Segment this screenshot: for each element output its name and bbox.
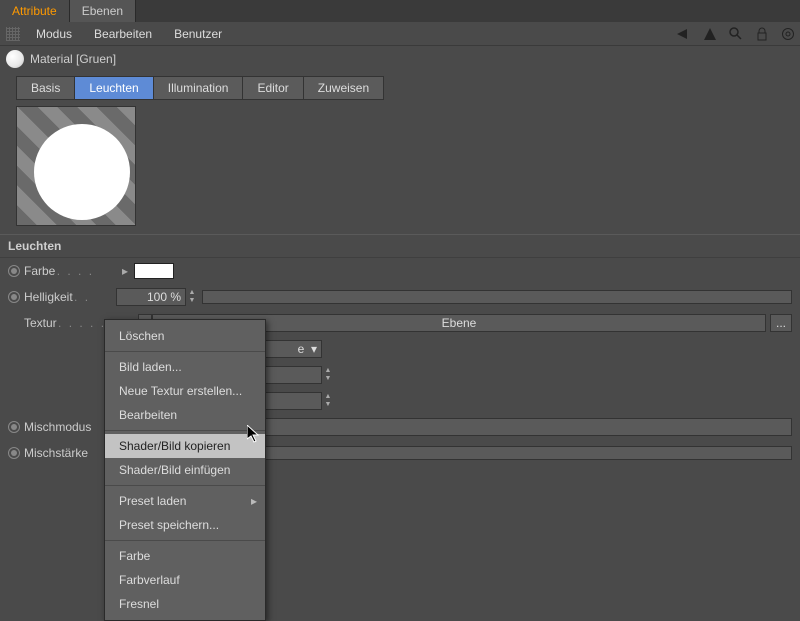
color-swatch[interactable] — [134, 263, 174, 279]
lock-icon[interactable] — [753, 25, 771, 43]
helligkeit-slider[interactable] — [202, 290, 792, 304]
tab-illumination[interactable]: Illumination — [153, 76, 243, 100]
sub-spinner-2[interactable]: ▲▼ — [324, 367, 332, 383]
section-heading: Leuchten — [0, 234, 800, 258]
material-title: Material [Gruen] — [30, 52, 116, 66]
enable-helligkeit-radio[interactable] — [8, 291, 20, 303]
enable-mischmodus-radio[interactable] — [8, 421, 20, 433]
panel-tabs: Attribute Ebenen — [0, 0, 800, 22]
ctx-preset-laden[interactable]: Preset laden▸ — [105, 489, 265, 513]
param-helligkeit: Helligkeit . . 100 % ▲▼ — [0, 284, 800, 310]
search-icon[interactable] — [727, 25, 745, 43]
ctx-shader-kopieren[interactable]: Shader/Bild kopieren — [105, 434, 265, 458]
context-menu: Löschen Bild laden... Neue Textur erstel… — [104, 319, 266, 621]
label-farbe: Farbe . . . . — [24, 264, 116, 278]
ctx-bearbeiten[interactable]: Bearbeiten — [105, 403, 265, 427]
param-farbe: Farbe . . . . ▸ — [0, 258, 800, 284]
label-textur: Textur . . . . . — [24, 316, 116, 330]
tab-ebenen[interactable]: Ebenen — [70, 0, 136, 22]
label-mischstaerke: Mischstärke — [24, 446, 116, 460]
tab-basis[interactable]: Basis — [16, 76, 74, 100]
ctx-neue-textur[interactable]: Neue Textur erstellen... — [105, 379, 265, 403]
preview-area — [0, 106, 800, 234]
expand-farbe-icon[interactable]: ▸ — [120, 264, 130, 278]
menu-bar: Modus Bearbeiten Benutzer — [0, 22, 800, 46]
label-mischmodus: Mischmodus — [24, 420, 116, 434]
nav-up-icon[interactable] — [701, 25, 719, 43]
ctx-fresnel[interactable]: Fresnel — [105, 592, 265, 616]
tab-attribute[interactable]: Attribute — [0, 0, 70, 22]
settings-icon[interactable] — [779, 25, 797, 43]
helligkeit-spinner[interactable]: ▲▼ — [188, 289, 196, 305]
ctx-farbverlauf[interactable]: Farbverlauf — [105, 568, 265, 592]
ctx-separator — [105, 430, 265, 431]
helligkeit-field[interactable]: 100 % — [116, 288, 186, 306]
ctx-bild-laden[interactable]: Bild laden... — [105, 355, 265, 379]
ctx-loeschen[interactable]: Löschen — [105, 324, 265, 348]
grip-icon[interactable] — [6, 27, 20, 41]
tab-zuweisen[interactable]: Zuweisen — [303, 76, 384, 100]
menu-benutzer[interactable]: Benutzer — [164, 23, 232, 45]
material-header: Material [Gruen] — [0, 46, 800, 72]
ctx-shader-einfuegen[interactable]: Shader/Bild einfügen — [105, 458, 265, 482]
label-helligkeit: Helligkeit . . — [24, 290, 116, 304]
menu-bearbeiten[interactable]: Bearbeiten — [84, 23, 162, 45]
material-thumb-icon — [6, 50, 24, 68]
enable-farbe-radio[interactable] — [8, 265, 20, 277]
ctx-separator — [105, 485, 265, 486]
material-preview[interactable] — [16, 106, 136, 226]
nav-back-icon[interactable] — [675, 25, 693, 43]
ctx-separator — [105, 540, 265, 541]
sub-spinner-3[interactable]: ▲▼ — [324, 393, 332, 409]
submenu-arrow-icon: ▸ — [251, 494, 257, 508]
tab-editor[interactable]: Editor — [242, 76, 302, 100]
enable-mischstaerke-radio[interactable] — [8, 447, 20, 459]
ctx-farbe[interactable]: Farbe — [105, 544, 265, 568]
category-tabs: Basis Leuchten Illumination Editor Zuwei… — [0, 72, 800, 106]
textur-browse-button[interactable]: ... — [770, 314, 792, 332]
ctx-separator — [105, 351, 265, 352]
tab-leuchten[interactable]: Leuchten — [74, 76, 152, 100]
ctx-preset-speichern[interactable]: Preset speichern... — [105, 513, 265, 537]
menu-modus[interactable]: Modus — [26, 23, 82, 45]
